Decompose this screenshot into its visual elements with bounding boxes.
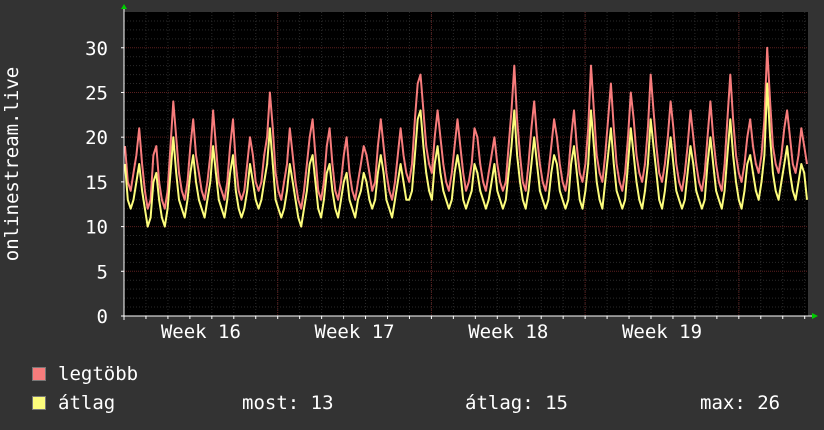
y-tick-label: 20 <box>85 127 108 149</box>
y-tick-label: 30 <box>85 38 108 60</box>
legend-item-max: legtöbb <box>32 363 138 385</box>
y-tick-label: 15 <box>85 172 108 194</box>
y-tick-label: 0 <box>97 306 108 328</box>
stat-avg: átlag: 15 <box>465 392 568 414</box>
stat-now: most: 13 <box>242 392 334 414</box>
y-axis-label: onlinestream.live <box>1 67 23 261</box>
y-tick-label: 25 <box>85 82 108 104</box>
x-axis-arrow <box>812 313 818 319</box>
y-tick-label: 5 <box>97 261 108 283</box>
x-tick-label: Week 17 <box>315 321 395 343</box>
stat-max: max: 26 <box>700 392 781 414</box>
legend-swatch-max <box>32 367 46 381</box>
legend-label-max: legtöbb <box>58 363 139 385</box>
x-tick-label: Week 16 <box>161 321 241 343</box>
legend-item-avg: átlag <box>32 392 115 414</box>
y-axis-arrow <box>121 4 127 9</box>
x-tick-label: Week 19 <box>622 321 702 343</box>
legend-swatch-avg <box>32 396 46 410</box>
legend-label-avg: átlag <box>58 392 116 414</box>
y-tick-label: 10 <box>85 217 108 239</box>
x-tick-label: Week 18 <box>468 321 548 343</box>
